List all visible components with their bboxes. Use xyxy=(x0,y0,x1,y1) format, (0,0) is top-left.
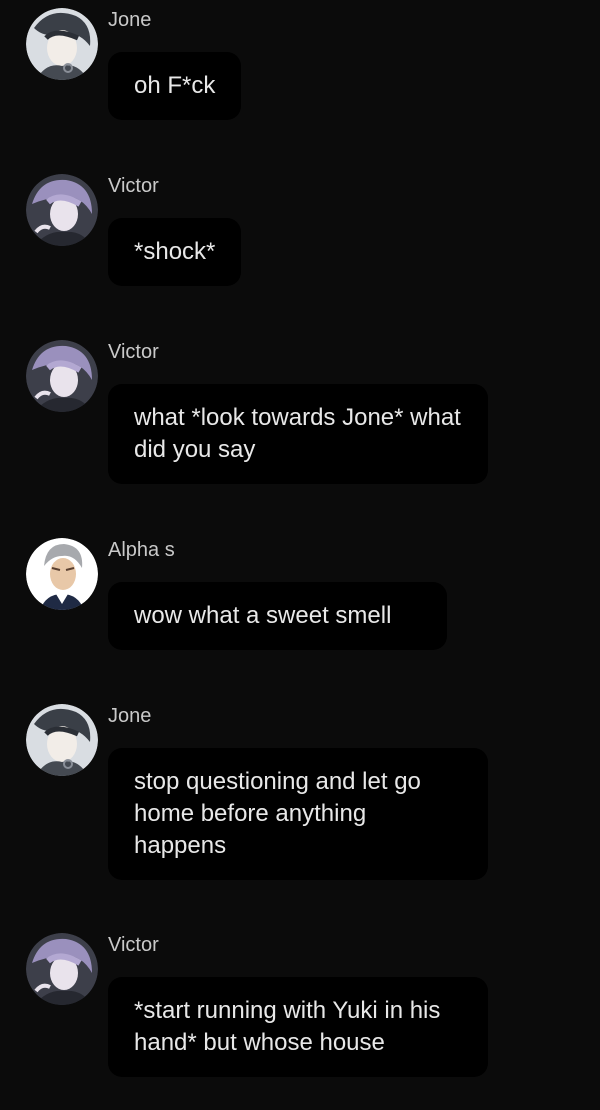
message-bubble: wow what a sweet smell xyxy=(108,582,447,650)
message-bubble: oh F*ck xyxy=(108,52,242,120)
sender-name: Victor xyxy=(108,341,159,363)
message-bubble: *shock* xyxy=(108,218,242,286)
sender-name: Victor xyxy=(108,175,159,197)
victor-avatar[interactable] xyxy=(26,933,98,1005)
sender-name: Victor xyxy=(108,934,159,956)
jone-avatar[interactable] xyxy=(26,8,98,80)
sender-name: Jone xyxy=(108,9,152,31)
message-bubble: stop questioning and let go home before … xyxy=(108,748,488,880)
chat-log: Jone oh F*ck Victor *shock* Victor what … xyxy=(0,0,600,1110)
sender-name: Alpha s xyxy=(108,539,175,561)
victor-avatar[interactable] xyxy=(26,174,98,246)
sender-name: Jone xyxy=(108,705,152,727)
message-bubble: what *look towards Jone* what did you sa… xyxy=(108,384,488,484)
alpha-avatar[interactable] xyxy=(26,538,98,610)
jone-avatar[interactable] xyxy=(26,704,98,776)
message-bubble: *start running with Yuki in his hand* bu… xyxy=(108,977,488,1077)
victor-avatar[interactable] xyxy=(26,340,98,412)
